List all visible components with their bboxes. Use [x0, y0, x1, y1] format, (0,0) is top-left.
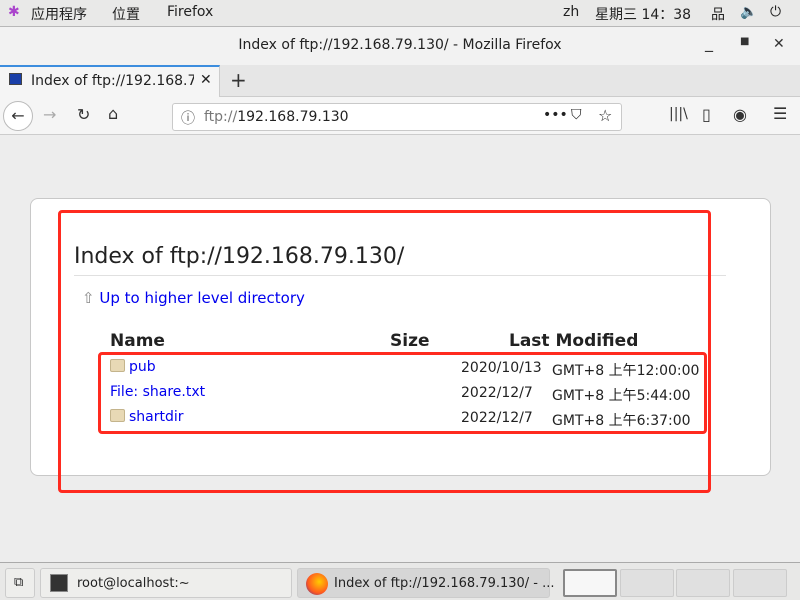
- bookmark-star-icon[interactable]: ☆: [598, 106, 612, 125]
- url-scheme: ftp://: [204, 109, 238, 125]
- tab-ftp-index[interactable]: Index of ftp://192.168.79. ✕: [0, 65, 220, 97]
- page-icon: [9, 73, 22, 85]
- back-button[interactable]: ←: [3, 101, 33, 131]
- account-icon[interactable]: ◉: [733, 105, 747, 124]
- url-host: 192.168.79.130: [237, 109, 349, 125]
- annotation-rows-rect: [98, 352, 707, 434]
- sidebar-icon[interactable]: ▯: [702, 105, 711, 124]
- taskbar-firefox[interactable]: Index of ftp://192.168.79.130/ - ...: [297, 568, 555, 598]
- clock[interactable]: 星期三 14：38: [595, 4, 691, 24]
- navigation-toolbar: ← → ↻ ⌂ ⓘ ftp://192.168.79.130 ••• ⛉ ☆ |…: [0, 97, 800, 135]
- system-top-bar: ✱ 应用程序 位置 Firefox zh 星期三 14：38 品 🔈 ⏻: [0, 0, 800, 27]
- taskbar-terminal-label: root@localhost:~: [77, 576, 190, 591]
- network-icon[interactable]: 品: [711, 4, 725, 24]
- reload-button[interactable]: ↻: [77, 105, 90, 124]
- new-tab-button[interactable]: +: [230, 68, 247, 92]
- minimize-button[interactable]: _: [705, 33, 713, 52]
- pocket-icon[interactable]: ⛉: [571, 107, 582, 123]
- window-titlebar: Index of ftp://192.168.79.130/ - Mozilla…: [0, 27, 800, 65]
- close-window-button[interactable]: ✕: [773, 36, 785, 52]
- app-menu[interactable]: Firefox: [167, 4, 213, 20]
- home-button[interactable]: ⌂: [108, 104, 118, 123]
- power-icon[interactable]: ⏻: [770, 4, 781, 20]
- page-actions-icon[interactable]: •••: [543, 107, 568, 123]
- menu-icon[interactable]: ☰: [773, 104, 787, 123]
- show-desktop-button[interactable]: ⧉: [5, 568, 35, 598]
- workspace-4[interactable]: [733, 569, 787, 597]
- close-tab-icon[interactable]: ✕: [200, 72, 212, 88]
- url-bar[interactable]: ⓘ ftp://192.168.79.130 ••• ⛉ ☆: [172, 103, 622, 131]
- volume-icon[interactable]: 🔈: [740, 4, 757, 20]
- tab-label: Index of ftp://192.168.79.: [31, 73, 194, 89]
- activities-icon[interactable]: ✱: [8, 4, 20, 20]
- taskbar-terminal[interactable]: root@localhost:~: [40, 568, 292, 598]
- places-menu[interactable]: 位置: [112, 4, 140, 24]
- workspace-3[interactable]: [676, 569, 730, 597]
- terminal-icon: [50, 574, 68, 592]
- workspace-2[interactable]: [620, 569, 674, 597]
- info-icon[interactable]: ⓘ: [181, 108, 195, 128]
- firefox-icon: [306, 573, 328, 595]
- workspace-1[interactable]: [563, 569, 617, 597]
- tab-bar: Index of ftp://192.168.79. ✕ +: [0, 65, 800, 97]
- maximize-button[interactable]: ■: [740, 36, 749, 47]
- applications-menu[interactable]: 应用程序: [31, 4, 87, 24]
- forward-button[interactable]: →: [43, 105, 56, 124]
- window-title: Index of ftp://192.168.79.130/ - Mozilla…: [238, 37, 562, 53]
- taskbar: ⧉ root@localhost:~ Index of ftp://192.16…: [0, 562, 800, 600]
- library-icon[interactable]: |||\: [669, 106, 688, 122]
- taskbar-firefox-label: Index of ftp://192.168.79.130/ - ...: [334, 576, 555, 591]
- language-indicator[interactable]: zh: [563, 4, 579, 20]
